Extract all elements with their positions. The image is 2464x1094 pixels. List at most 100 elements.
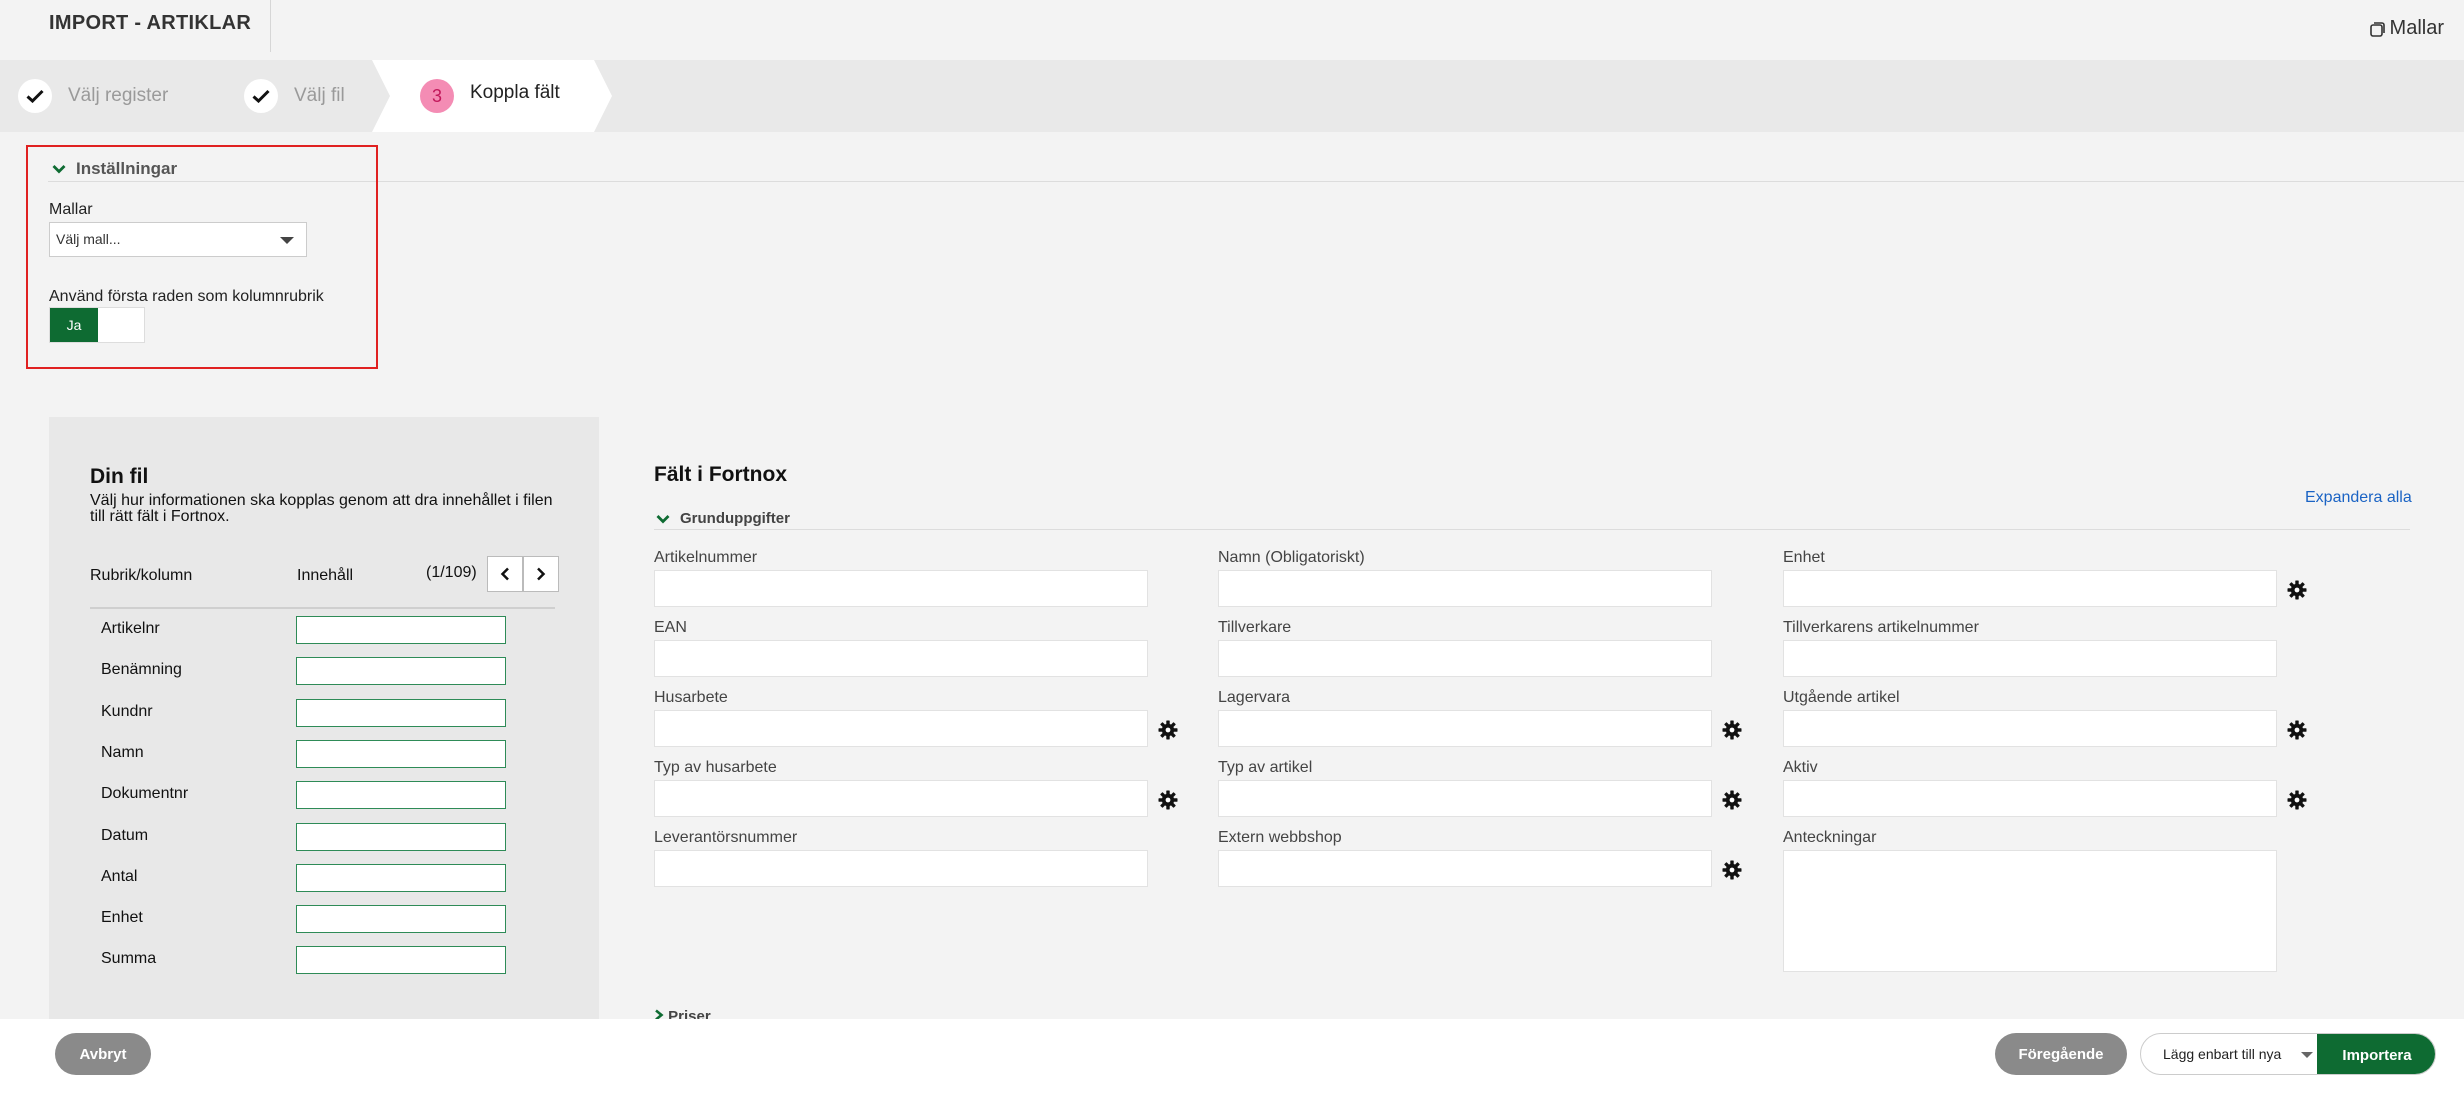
file-column-row: Namn bbox=[101, 739, 531, 768]
field-drop-target[interactable] bbox=[654, 780, 1148, 817]
file-column-row: Dokumentnr bbox=[101, 781, 531, 810]
file-column-content[interactable] bbox=[296, 946, 506, 975]
file-column-content[interactable] bbox=[296, 616, 506, 644]
page-title: IMPORT - ARTIKLAR bbox=[49, 12, 252, 34]
file-column-name[interactable]: Enhet bbox=[101, 909, 143, 927]
import-button-group: Lägg enbart till nya Importera bbox=[2140, 1033, 2436, 1075]
gear-icon[interactable] bbox=[1158, 720, 1178, 740]
gear-icon[interactable] bbox=[2287, 790, 2307, 810]
file-column-content[interactable] bbox=[296, 698, 506, 727]
file-column-name[interactable]: Summa bbox=[101, 950, 156, 968]
field-label: EAN bbox=[654, 619, 687, 636]
file-column-name[interactable]: Dokumentnr bbox=[101, 785, 188, 803]
field-drop-target[interactable] bbox=[654, 640, 1148, 677]
column-heading: Rubrik/kolumn bbox=[90, 567, 193, 584]
file-column-content[interactable] bbox=[296, 905, 506, 934]
field-label: Typ av artikel bbox=[1218, 759, 1313, 776]
previous-button[interactable]: Föregående bbox=[1995, 1033, 2127, 1075]
file-column-name[interactable]: Datum bbox=[101, 827, 148, 845]
field-drop-target[interactable] bbox=[1218, 850, 1712, 887]
gear-icon[interactable] bbox=[1722, 860, 1742, 880]
chevron-down-icon[interactable] bbox=[2301, 1052, 2313, 1058]
file-column-content[interactable] bbox=[296, 781, 506, 810]
field-label: Namn (Obligatoriskt) bbox=[1218, 549, 1365, 566]
chevron-down-icon bbox=[656, 514, 670, 523]
field-drop-target[interactable] bbox=[1218, 570, 1712, 607]
field-label: Extern webbshop bbox=[1218, 829, 1342, 846]
fortnox-fields-title: Fält i Fortnox bbox=[654, 463, 787, 486]
field-drop-target[interactable] bbox=[654, 570, 1148, 607]
gear-icon[interactable] bbox=[2287, 720, 2307, 740]
field-label: Anteckningar bbox=[1783, 829, 1877, 846]
cancel-button[interactable]: Avbryt bbox=[55, 1033, 151, 1075]
step-number-badge: 3 bbox=[420, 79, 454, 113]
content-heading: Innehåll bbox=[297, 567, 354, 584]
field-drop-target[interactable] bbox=[654, 850, 1148, 887]
field-label: Tillverkare bbox=[1218, 619, 1292, 636]
wizard-steps: Välj register Välj fil 3 Koppla fält bbox=[0, 60, 2464, 132]
field-label: Typ av husarbete bbox=[654, 759, 777, 776]
field-label: Leverantörsnummer bbox=[654, 829, 798, 846]
chevron-left-icon bbox=[500, 567, 509, 581]
first-row-header-toggle[interactable]: Ja bbox=[49, 307, 145, 343]
gear-icon[interactable] bbox=[1722, 790, 1742, 810]
field-drop-target[interactable] bbox=[1783, 570, 2277, 607]
previous-page-button[interactable] bbox=[487, 556, 523, 592]
templates-label: Mallar bbox=[49, 201, 93, 218]
file-column-name[interactable]: Benämning bbox=[101, 661, 182, 679]
field-drop-target[interactable] bbox=[1783, 710, 2277, 747]
templates-select[interactable]: Välj mall... bbox=[49, 222, 307, 257]
field-drop-target[interactable] bbox=[1783, 780, 2277, 817]
expand-all-link[interactable]: Expandera alla bbox=[2305, 489, 2412, 507]
checkmark-icon bbox=[244, 79, 278, 113]
file-column-content[interactable] bbox=[296, 863, 506, 892]
settings-divider bbox=[48, 181, 2464, 182]
file-column-row: Datum bbox=[101, 822, 531, 851]
field-drop-target[interactable] bbox=[654, 710, 1148, 747]
file-column-row: Summa bbox=[101, 946, 531, 975]
file-column-name[interactable]: Kundnr bbox=[101, 703, 153, 721]
gear-icon[interactable] bbox=[2287, 580, 2307, 600]
file-panel-description: Välj hur informationen ska kopplas genom… bbox=[90, 492, 553, 525]
file-column-name[interactable]: Antal bbox=[101, 868, 137, 886]
table-header-divider bbox=[90, 607, 555, 609]
import-mode-select[interactable]: Lägg enbart till nya bbox=[2163, 1046, 2281, 1062]
title-divider bbox=[270, 0, 271, 52]
file-column-name[interactable]: Artikelnr bbox=[101, 620, 160, 638]
chevron-down-icon bbox=[52, 165, 66, 174]
footer-bar: Avbryt Föregående Lägg enbart till nya I… bbox=[0, 1019, 2464, 1094]
file-column-row: Antal bbox=[101, 863, 531, 892]
file-column-content[interactable] bbox=[296, 822, 506, 851]
pager-count: (1/109) bbox=[426, 564, 477, 581]
chevron-right-icon bbox=[537, 567, 546, 581]
step-choose-register[interactable]: Välj register bbox=[18, 60, 168, 132]
templates-link-label: Mallar bbox=[2389, 17, 2444, 39]
checkmark-icon bbox=[18, 79, 52, 113]
next-page-button[interactable] bbox=[523, 556, 559, 592]
file-column-name[interactable]: Namn bbox=[101, 744, 144, 762]
step-map-fields[interactable]: 3 Koppla fält bbox=[372, 60, 612, 132]
step-label: Koppla fält bbox=[470, 82, 560, 103]
gear-icon[interactable] bbox=[1722, 720, 1742, 740]
field-label: Tillverkarens artikelnummer bbox=[1783, 619, 1979, 636]
group-toggle-basic-info[interactable]: Grunduppgifter bbox=[656, 510, 790, 527]
templates-link[interactable]: Mallar bbox=[2368, 17, 2444, 40]
field-label: Lagervara bbox=[1218, 689, 1291, 706]
field-drop-target[interactable] bbox=[1783, 640, 2277, 677]
step-choose-file[interactable]: Välj fil bbox=[244, 60, 345, 132]
settings-toggle[interactable]: Inställningar bbox=[52, 159, 177, 179]
file-column-row: Benämning bbox=[101, 657, 531, 686]
field-drop-target[interactable] bbox=[1218, 640, 1712, 677]
field-label: Husarbete bbox=[654, 689, 728, 706]
import-button[interactable]: Importera bbox=[2317, 1034, 2435, 1074]
chevron-down-icon bbox=[280, 237, 294, 244]
file-column-content[interactable] bbox=[296, 739, 506, 768]
template-icon bbox=[2369, 21, 2385, 37]
file-column-content[interactable] bbox=[296, 657, 506, 686]
gear-icon[interactable] bbox=[1158, 790, 1178, 810]
field-drop-target[interactable] bbox=[1218, 780, 1712, 817]
field-drop-target[interactable] bbox=[1218, 710, 1712, 747]
file-panel-title: Din fil bbox=[90, 465, 149, 488]
field-label: Artikelnummer bbox=[654, 549, 758, 566]
field-drop-target[interactable] bbox=[1783, 850, 2277, 972]
